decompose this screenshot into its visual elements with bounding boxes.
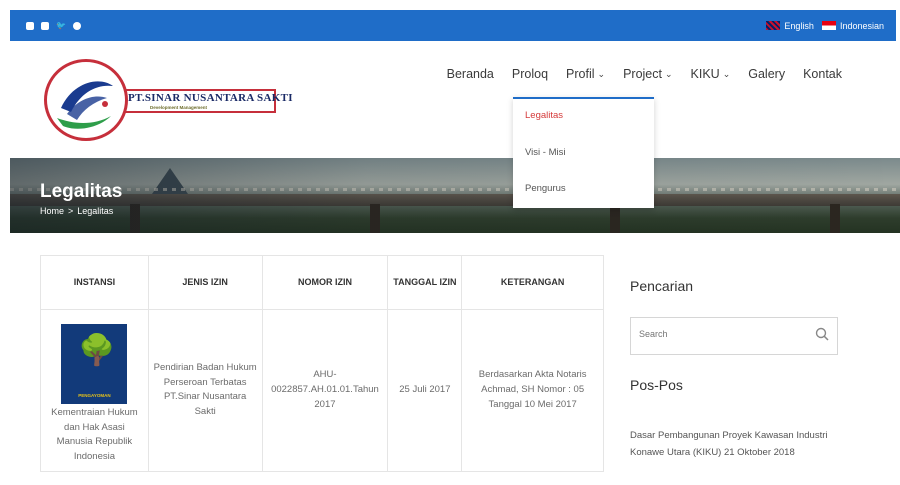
table-header-row: INSTANSI JENIS IZIN NOMOR IZIN TANGGAL I… bbox=[40, 255, 604, 310]
language-indonesian[interactable]: Indonesian bbox=[840, 21, 884, 31]
nav-item-proloq[interactable]: Proloq bbox=[503, 67, 557, 81]
table-row: 🌳 PENGAYOMAN Kementraian Hukum dan Hak A… bbox=[40, 309, 604, 472]
site-logo[interactable]: PT.SINAR NUSANTARA SAKTI Development Man… bbox=[44, 59, 292, 141]
cell-nomor-izin: AHU-0022857.AH.01.01.Tahun 2017 bbox=[261, 309, 389, 472]
column-header-nomor-izin: NOMOR IZIN bbox=[261, 255, 389, 310]
top-bar: 🐦 English Indonesian bbox=[10, 10, 896, 41]
pengayoman-icon: 🌳 bbox=[78, 334, 116, 367]
nav-item-project[interactable]: Project ⌄ bbox=[614, 67, 681, 81]
column-header-tanggal-izin: TANGGAL IZIN bbox=[387, 255, 463, 310]
kemenkumham-logo: 🌳 PENGAYOMAN bbox=[61, 324, 128, 404]
page-title: Legalitas bbox=[40, 181, 123, 202]
posts-widget-title: Pos-Pos bbox=[630, 377, 683, 393]
chevron-down-icon: ⌄ bbox=[664, 68, 673, 79]
cell-instansi: 🌳 PENGAYOMAN Kementraian Hukum dan Hak A… bbox=[40, 309, 149, 472]
nav-label: Galery bbox=[748, 67, 786, 81]
breadcrumb-home[interactable]: Home bbox=[40, 206, 64, 216]
nav-label: Proloq bbox=[511, 67, 549, 81]
nav-item-galery[interactable]: Galery bbox=[739, 67, 794, 81]
post-link[interactable]: Dasar Pembangunan Proyek Kawasan Industr… bbox=[630, 428, 840, 461]
language-english[interactable]: English bbox=[784, 21, 814, 31]
dropdown-item-pengurus[interactable]: Pengurus bbox=[525, 183, 566, 194]
linkedin-icon[interactable] bbox=[41, 21, 49, 30]
search-input[interactable] bbox=[639, 329, 799, 339]
nav-label: Project bbox=[623, 67, 662, 81]
nav-label: Beranda bbox=[446, 67, 494, 81]
site-header: PT.SINAR NUSANTARA SAKTI Development Man… bbox=[10, 41, 896, 158]
logo-emblem bbox=[44, 59, 128, 141]
cell-tanggal-izin: 25 Juli 2017 bbox=[387, 309, 463, 472]
uk-flag-icon[interactable] bbox=[766, 21, 781, 30]
nav-item-profil[interactable]: Profil ⌄ bbox=[557, 67, 614, 81]
dropdown-item-visi-misi[interactable]: Visi - Misi bbox=[525, 147, 565, 158]
chevron-down-icon: ⌄ bbox=[597, 68, 606, 79]
search-icon[interactable] bbox=[815, 327, 829, 341]
logo-label: PENGAYOMAN bbox=[78, 393, 111, 399]
column-header-instansi: INSTANSI bbox=[40, 255, 149, 310]
page-hero-banner: Legalitas Home > Legalitas bbox=[10, 158, 900, 233]
social-links: 🐦 bbox=[26, 21, 81, 30]
nav-label: Kontak bbox=[803, 67, 842, 81]
cell-keterangan: Berdasarkan Akta Notaris Achmad, SH Nomo… bbox=[461, 309, 604, 472]
breadcrumb-current: Legalitas bbox=[77, 206, 114, 216]
dribbble-icon[interactable] bbox=[72, 21, 81, 30]
nav-label: KIKU bbox=[690, 67, 720, 81]
nav-item-beranda[interactable]: Beranda bbox=[438, 67, 503, 81]
logo-title: PT.SINAR NUSANTARA SAKTI bbox=[128, 92, 293, 104]
logo-emblem-icon bbox=[57, 81, 113, 129]
nav-item-kontak[interactable]: Kontak bbox=[794, 67, 851, 81]
nav-item-kiku[interactable]: KIKU ⌄ bbox=[682, 67, 740, 81]
legalitas-table: INSTANSI JENIS IZIN NOMOR IZIN TANGGAL I… bbox=[40, 255, 604, 472]
chevron-down-icon: ⌄ bbox=[722, 68, 731, 79]
cell-jenis-izin: Pendirian Badan Hukum Perseroan Terbatas… bbox=[147, 309, 263, 472]
breadcrumb-separator: > bbox=[68, 206, 74, 216]
twitter-icon[interactable]: 🐦 bbox=[56, 21, 66, 30]
search-box bbox=[630, 317, 838, 355]
column-header-jenis-izin: JENIS IZIN bbox=[147, 255, 263, 310]
id-flag-icon[interactable] bbox=[821, 21, 836, 30]
breadcrumb: Home > Legalitas bbox=[40, 206, 113, 216]
nav-label: Profil bbox=[566, 67, 595, 81]
profil-dropdown-menu: Legalitas Visi - Misi Pengurus bbox=[513, 97, 654, 208]
language-switcher: English Indonesian bbox=[766, 21, 884, 31]
main-nav: Beranda Proloq Profil ⌄ Project ⌄ KIKU ⌄ Ga… bbox=[438, 67, 851, 81]
column-header-keterangan: KETERANGAN bbox=[461, 255, 604, 310]
search-widget-title: Pencarian bbox=[630, 278, 694, 294]
facebook-icon[interactable] bbox=[26, 21, 34, 30]
instansi-name: Kementraian Hukum dan Hak Asasi Manusia … bbox=[51, 407, 138, 463]
dropdown-item-legalitas[interactable]: Legalitas bbox=[525, 110, 563, 121]
logo-subtitle: Development Management bbox=[150, 105, 208, 110]
hero-overlay bbox=[10, 158, 900, 233]
